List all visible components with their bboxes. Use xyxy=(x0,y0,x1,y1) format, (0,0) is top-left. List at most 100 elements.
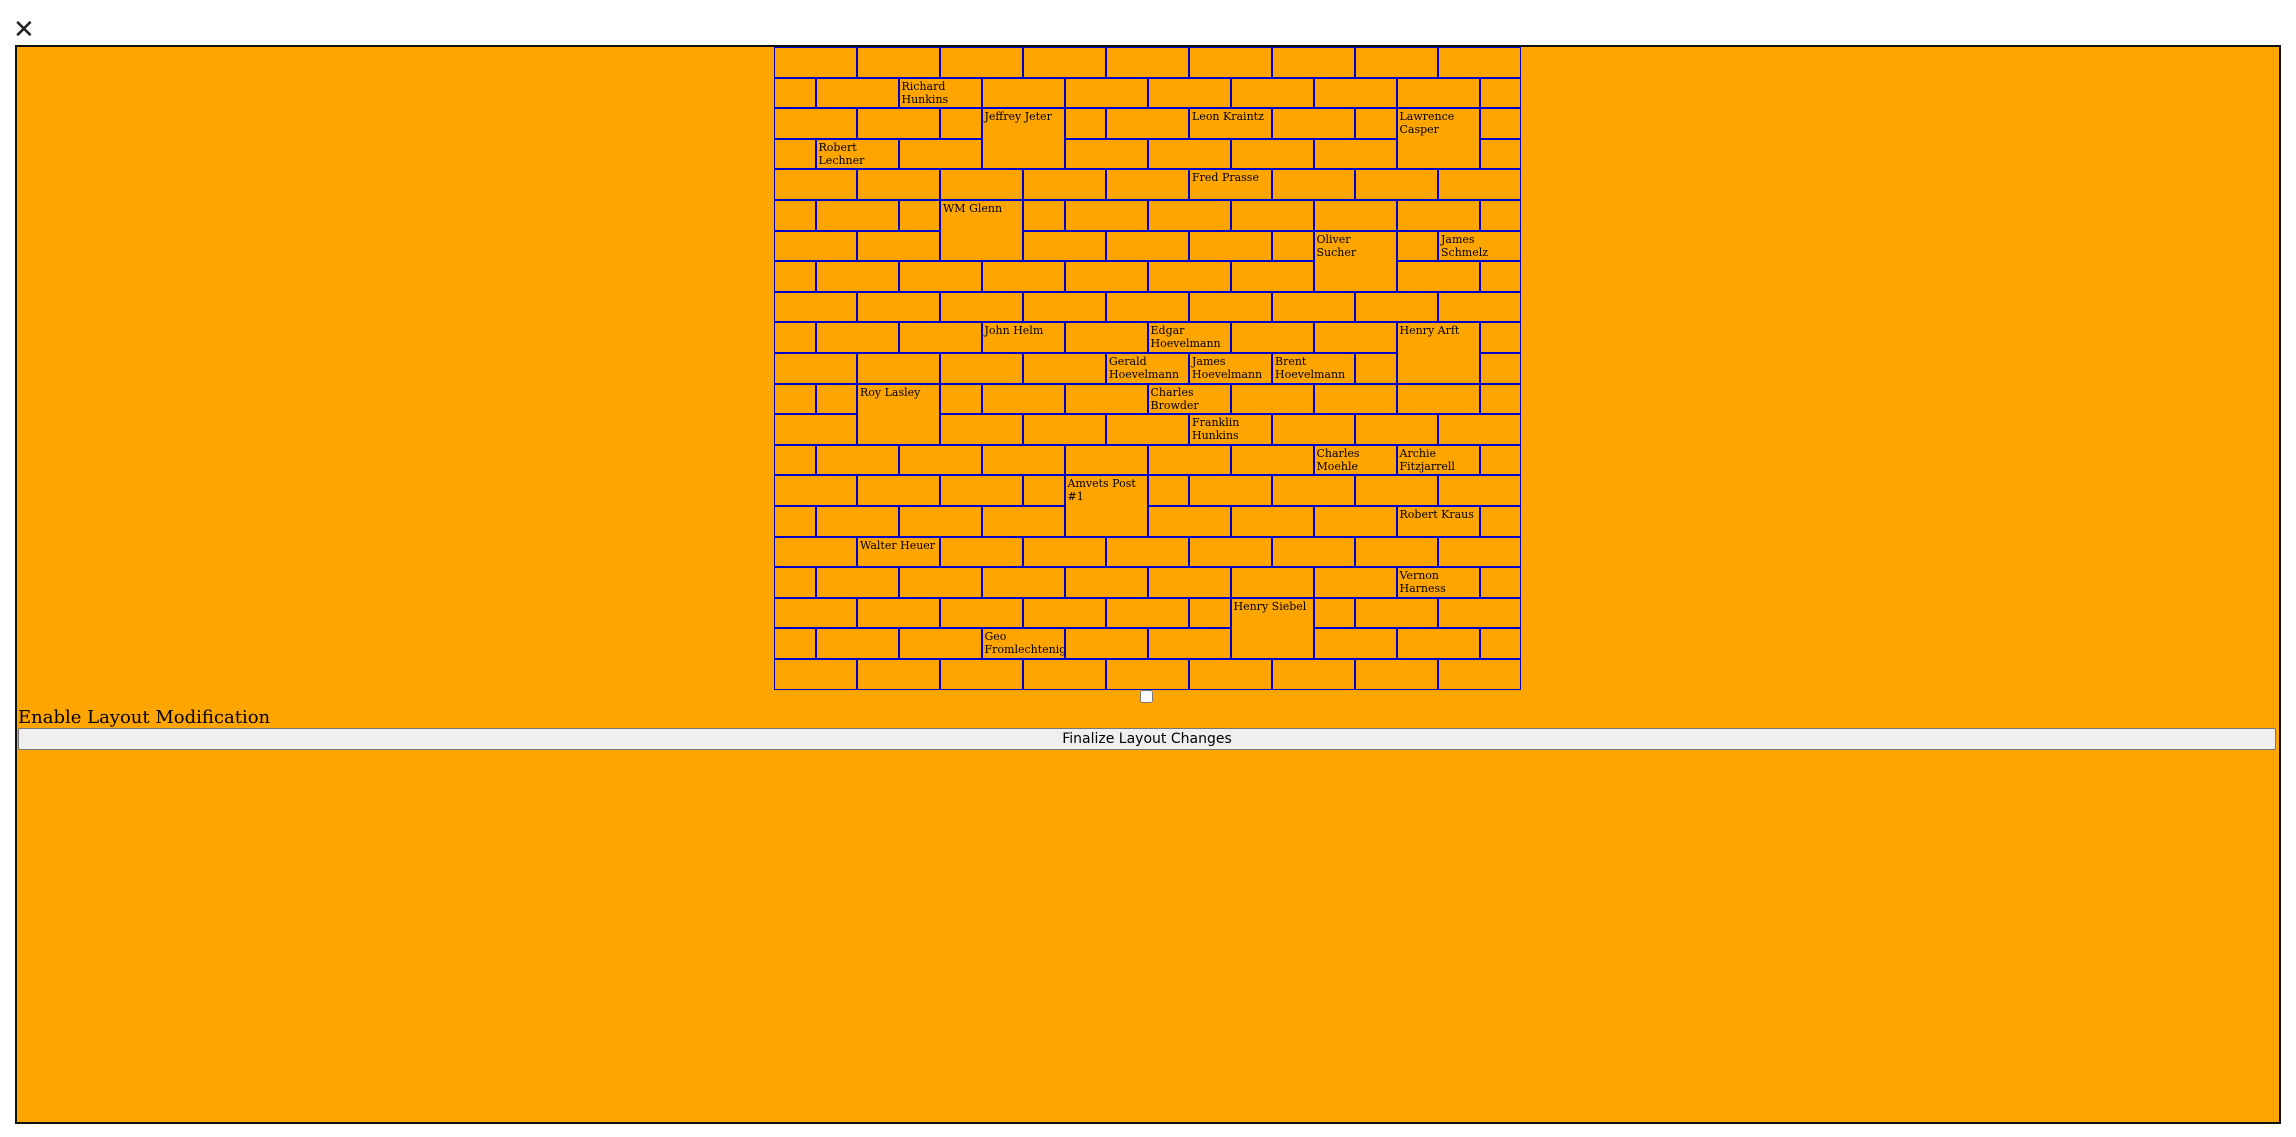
brick[interactable] xyxy=(940,414,1023,445)
brick[interactable] xyxy=(1396,200,1480,231)
memorial-brick[interactable]: Charles Moehle xyxy=(1313,444,1397,476)
brick[interactable] xyxy=(774,200,816,231)
brick[interactable] xyxy=(1313,383,1397,415)
brick[interactable] xyxy=(1023,47,1106,78)
brick[interactable] xyxy=(774,506,816,537)
brick[interactable] xyxy=(1106,597,1189,629)
brick[interactable] xyxy=(857,597,940,629)
brick[interactable] xyxy=(898,444,982,476)
brick[interactable] xyxy=(857,659,940,690)
brick[interactable] xyxy=(1438,597,1521,629)
brick[interactable] xyxy=(774,108,857,139)
brick[interactable] xyxy=(815,200,899,231)
finalize-layout-button[interactable]: Finalize Layout Changes xyxy=(18,728,2276,750)
brick[interactable] xyxy=(1313,567,1397,598)
memorial-brick[interactable]: James Hoevelmann xyxy=(1189,353,1272,384)
brick[interactable] xyxy=(774,169,857,200)
brick[interactable] xyxy=(981,77,1065,109)
brick[interactable] xyxy=(774,383,816,415)
brick[interactable] xyxy=(1147,444,1231,476)
brick[interactable] xyxy=(1230,383,1314,415)
brick[interactable] xyxy=(1106,414,1189,445)
brick[interactable] xyxy=(774,230,857,262)
close-icon[interactable]: ✕ xyxy=(13,14,45,46)
memorial-brick[interactable]: Charles Browder xyxy=(1147,383,1231,415)
brick[interactable] xyxy=(1230,444,1314,476)
memorial-brick[interactable]: Leon Kraintz xyxy=(1189,108,1272,139)
brick[interactable] xyxy=(815,567,899,598)
brick[interactable] xyxy=(1023,230,1106,262)
brick[interactable] xyxy=(1147,138,1231,170)
memorial-brick[interactable]: Robert Lechner xyxy=(815,138,899,170)
brick[interactable] xyxy=(1147,567,1231,598)
brick[interactable] xyxy=(1355,659,1438,690)
brick[interactable] xyxy=(1313,77,1397,109)
brick[interactable] xyxy=(1313,628,1397,659)
brick[interactable] xyxy=(857,169,940,200)
brick[interactable] xyxy=(1189,230,1272,262)
brick[interactable] xyxy=(1355,353,1397,384)
brick[interactable] xyxy=(1479,200,1521,231)
brick[interactable] xyxy=(1189,47,1272,78)
brick[interactable] xyxy=(1355,169,1438,200)
brick[interactable] xyxy=(1438,536,1521,568)
brick[interactable] xyxy=(857,475,940,506)
brick[interactable] xyxy=(1355,597,1438,629)
brick[interactable] xyxy=(1064,444,1148,476)
brick[interactable] xyxy=(774,77,816,109)
brick[interactable] xyxy=(940,597,1023,629)
brick[interactable] xyxy=(1438,414,1521,445)
brick[interactable] xyxy=(1438,659,1521,690)
brick[interactable] xyxy=(1230,261,1314,292)
brick[interactable] xyxy=(1272,108,1355,139)
brick[interactable] xyxy=(1479,628,1521,659)
brick[interactable] xyxy=(940,47,1023,78)
brick[interactable] xyxy=(1479,444,1521,476)
brick[interactable] xyxy=(774,444,816,476)
brick[interactable] xyxy=(1272,47,1355,78)
brick[interactable] xyxy=(1479,383,1521,415)
memorial-brick[interactable]: Henry Siebel xyxy=(1230,597,1314,659)
brick[interactable] xyxy=(774,597,857,629)
memorial-brick[interactable]: Vernon Harness xyxy=(1396,567,1480,598)
brick[interactable] xyxy=(815,77,899,109)
brick[interactable] xyxy=(774,353,857,384)
brick[interactable] xyxy=(774,414,857,445)
memorial-brick[interactable]: Oliver Sucher xyxy=(1313,230,1397,292)
brick[interactable] xyxy=(774,47,857,78)
brick[interactable] xyxy=(774,536,857,568)
memorial-brick[interactable]: Franklin Hunkins xyxy=(1189,414,1272,445)
memorial-brick[interactable]: Amvets Post #1 xyxy=(1064,475,1148,537)
brick[interactable] xyxy=(1396,230,1438,262)
brick[interactable] xyxy=(1438,291,1521,323)
memorial-brick[interactable]: James Schmelz xyxy=(1438,230,1521,262)
brick[interactable] xyxy=(981,261,1065,292)
brick[interactable] xyxy=(1355,108,1397,139)
brick[interactable] xyxy=(1023,597,1106,629)
brick[interactable] xyxy=(981,444,1065,476)
brick[interactable] xyxy=(1479,567,1521,598)
brick[interactable] xyxy=(1272,536,1355,568)
brick[interactable] xyxy=(1438,169,1521,200)
brick[interactable] xyxy=(1064,200,1148,231)
brick[interactable] xyxy=(898,506,982,537)
brick[interactable] xyxy=(981,567,1065,598)
brick[interactable] xyxy=(815,628,899,659)
brick[interactable] xyxy=(774,322,816,353)
brick[interactable] xyxy=(940,383,982,415)
brick[interactable] xyxy=(774,567,816,598)
brick[interactable] xyxy=(857,353,940,384)
brick[interactable] xyxy=(1479,322,1521,353)
brick[interactable] xyxy=(1230,77,1314,109)
brick[interactable] xyxy=(1272,230,1314,262)
brick[interactable] xyxy=(940,659,1023,690)
brick[interactable] xyxy=(1479,77,1521,109)
brick[interactable] xyxy=(898,322,982,353)
brick[interactable] xyxy=(1272,659,1355,690)
brick[interactable] xyxy=(981,506,1065,537)
brick[interactable] xyxy=(1064,567,1148,598)
brick[interactable] xyxy=(1479,108,1521,139)
brick[interactable] xyxy=(774,628,816,659)
memorial-brick[interactable]: Brent Hoevelmann xyxy=(1272,353,1355,384)
brick[interactable] xyxy=(1023,659,1106,690)
